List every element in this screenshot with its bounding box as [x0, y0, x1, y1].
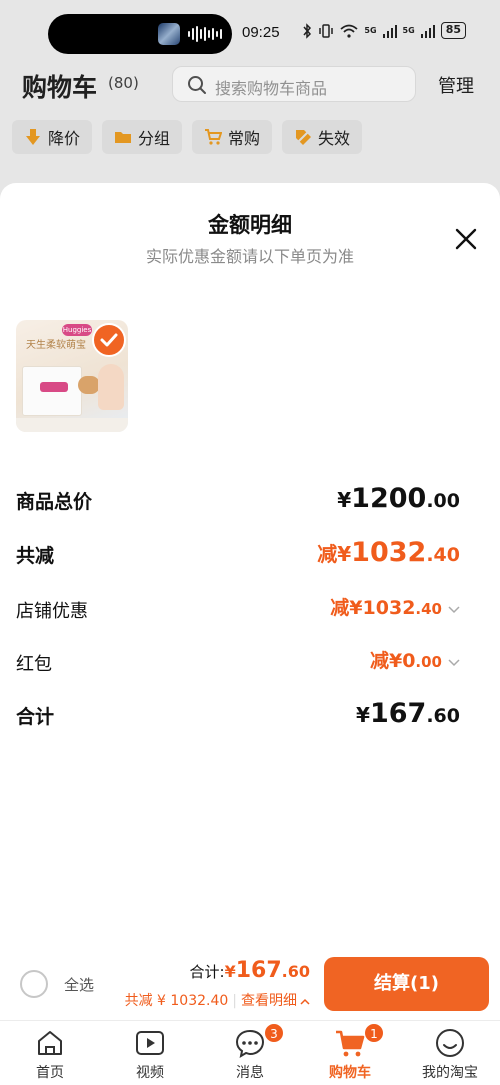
- row-label: 店铺优惠: [16, 601, 88, 622]
- row-store-discount[interactable]: 店铺优惠 减¥1032.40: [16, 593, 460, 627]
- row-value: ¥167.60: [356, 698, 460, 729]
- checkout-button[interactable]: 结算(1): [324, 957, 489, 1011]
- tab-label: 消息: [236, 1065, 264, 1081]
- sheet-subtitle: 实际优惠金额请以下单页为准: [145, 247, 354, 266]
- tab-profile[interactable]: 我的淘宝: [400, 1021, 500, 1085]
- chevron-up-icon: [300, 998, 310, 1005]
- dog-image: [78, 376, 100, 394]
- product-footer-strip: [16, 418, 128, 432]
- row-value: ¥1200.00: [337, 483, 460, 514]
- message-icon: [235, 1029, 265, 1059]
- tab-video[interactable]: 视频: [100, 1021, 200, 1085]
- tab-label: 我的淘宝: [422, 1065, 478, 1081]
- tab-cart[interactable]: 1 购物车: [300, 1021, 400, 1085]
- row-label: 合计: [16, 706, 55, 728]
- sheet-title: 金额明细: [208, 213, 292, 237]
- total-price: 合计:¥167.60: [189, 958, 310, 983]
- row-total-discount: 共减 减¥1032.40: [16, 537, 460, 571]
- message-badge: 3: [264, 1023, 284, 1043]
- row-subtotal: 商品总价 ¥1200.00: [16, 483, 460, 517]
- tab-label: 首页: [36, 1065, 64, 1081]
- close-icon[interactable]: [450, 223, 482, 255]
- select-all-radio[interactable]: [20, 970, 48, 998]
- chevron-down-icon: [448, 605, 460, 613]
- checkout-bar: 全选 合计:¥167.60 共减 ¥ 1032.40 | 查看明细 结算(1): [0, 948, 500, 1020]
- select-all-label[interactable]: 全选: [64, 974, 94, 995]
- diaper-box-logo: [40, 382, 68, 392]
- tab-bar: 首页 视频 3 消息 1 购物车 我的淘宝: [0, 1020, 500, 1085]
- chevron-down-icon: [448, 658, 460, 666]
- cart-badge: 1: [364, 1023, 384, 1043]
- row-label: 共减: [16, 545, 55, 567]
- tab-label: 视频: [136, 1065, 164, 1081]
- brand-logo: Huggies: [62, 324, 92, 336]
- home-icon: [38, 1031, 62, 1055]
- row-value: 减¥1032.40: [330, 593, 460, 620]
- video-icon: [136, 1031, 164, 1055]
- row-label: 红包: [16, 654, 52, 675]
- tab-home[interactable]: 首页: [0, 1021, 100, 1085]
- profile-icon: [436, 1029, 464, 1057]
- tab-messages[interactable]: 3 消息: [200, 1021, 300, 1085]
- baby-image: [98, 364, 124, 410]
- row-red-packet[interactable]: 红包 减¥0.00: [16, 646, 460, 680]
- selected-check-icon[interactable]: [92, 323, 126, 357]
- saved-summary: 共减 ¥ 1032.40 | 查看明细: [125, 990, 310, 1010]
- view-detail-link[interactable]: 查看明细: [241, 993, 297, 1009]
- row-value: 减¥0.00: [370, 646, 460, 673]
- product-slogan: 天生柔软萌宝: [26, 340, 86, 351]
- tab-label: 购物车: [329, 1065, 371, 1081]
- row-value: 减¥1032.40: [317, 537, 460, 568]
- saved-amount: 共减 ¥ 1032.40: [124, 993, 229, 1009]
- row-grand-total: 合计 ¥167.60: [16, 698, 460, 732]
- row-label: 商品总价: [16, 491, 93, 513]
- cart-icon: [336, 1030, 365, 1057]
